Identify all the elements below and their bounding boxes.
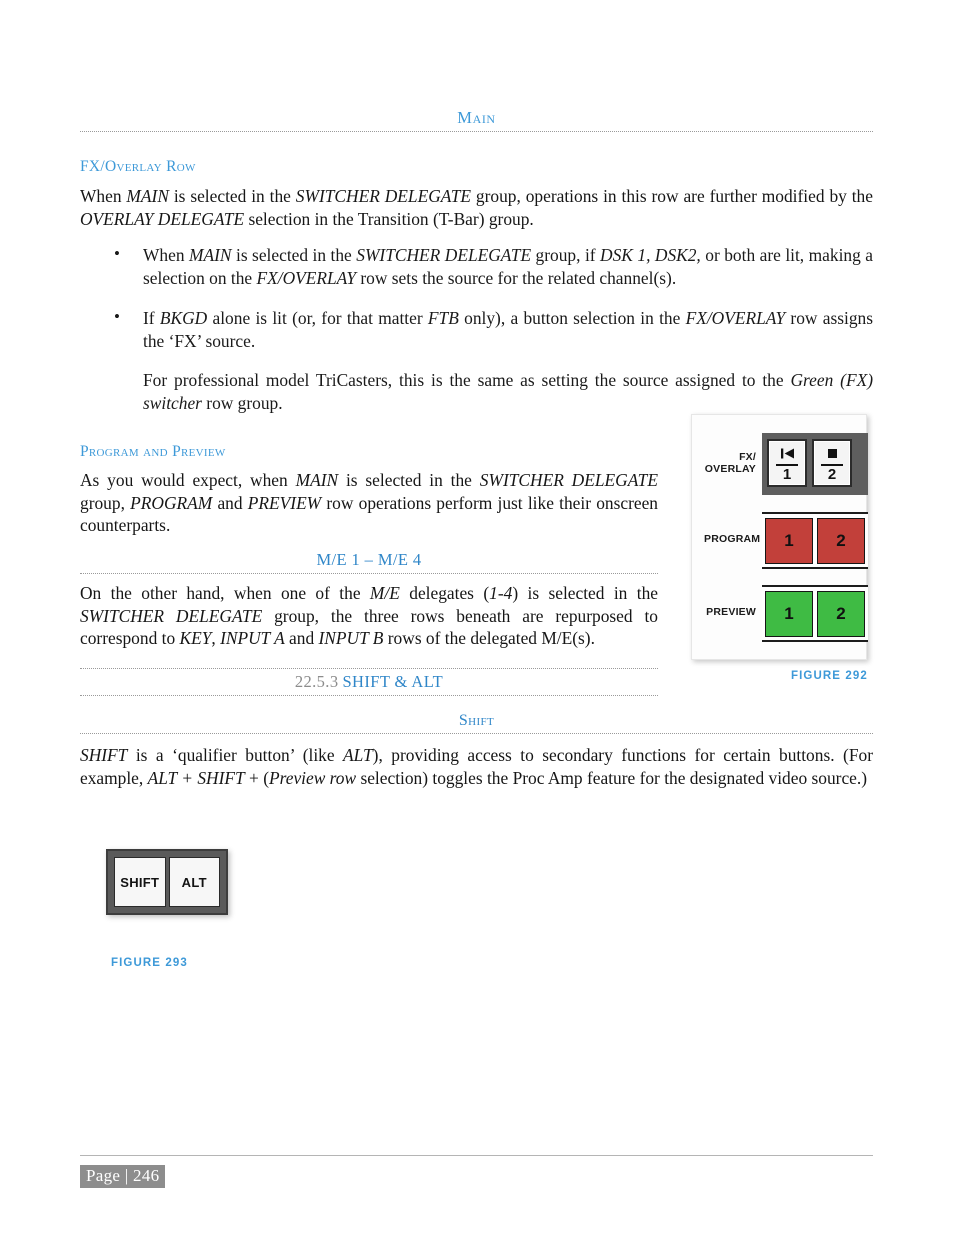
fx-overlay-button-1-number: 1 [782,465,792,483]
document-page: Main FX/Overlay Row When MAIN is selecte… [0,0,954,1235]
fx-overlay-button-2[interactable]: 2 [812,439,852,487]
bullet-marker-icon: • [114,244,120,263]
heading-rule [80,733,873,734]
running-header-rule [80,131,873,132]
fx-overlay-row-band: FX/ OVERLAY 1 2 [704,433,868,495]
preview-row-label: PREVIEW [706,606,756,618]
heading-me-1-me-4-block: M/E 1 – M/E 4 [80,550,658,574]
preview-button-1[interactable]: 1 [765,590,813,637]
preview-buttons: 1 2 [762,585,868,642]
list-item-subparagraph: For professional model TriCasters, this … [143,370,873,413]
heading-shift-and-alt-block: 22.5.3 SHIFT & ALT [80,668,658,696]
program-button-1[interactable]: 1 [765,517,813,564]
heading-program-and-preview: Program and Preview [80,443,226,460]
alt-key-button[interactable]: ALT [168,857,220,907]
section-number: 22.5.3 [294,672,339,691]
preview-button-2[interactable]: 2 [817,590,865,637]
heading-me-1-me-4: M/E 1 – M/E 4 [316,550,422,569]
footer-rule [80,1155,873,1156]
bullet-list-fx-overlay: • When MAIN is selected in the SWITCHER … [110,244,873,414]
paragraph-program-and-preview: As you would expect, when MAIN is select… [80,470,658,535]
figure-293-caption: FIGURE 293 [111,957,188,969]
heading-rule-bottom [80,695,658,696]
stop-square-icon [827,445,838,462]
shift-key-button[interactable]: SHIFT [114,857,166,907]
heading-fx-overlay-row: FX/Overlay Row [80,158,196,175]
list-item: • If BKGD alone is lit (or, for that mat… [110,307,873,414]
fx-overlay-row-label: FX/ OVERLAY [704,451,756,475]
heading-rule-top [80,668,658,669]
figure-292-inner: FX/ OVERLAY 1 2 PROGRAM 1 2 PREVIEW 1 2 [692,415,868,659]
preview-row-band: PREVIEW 1 2 [704,585,868,642]
figure-292-caption: FIGURE 292 [791,670,868,682]
heading-shift-block: Shift [80,712,873,734]
heading-shift: Shift [458,712,495,729]
running-header: Main [80,108,873,128]
heading-shift-and-alt: SHIFT & ALT [342,672,444,691]
program-buttons: 1 2 [762,512,868,569]
paragraph-fx-overlay-intro: When MAIN is selected in the SWITCHER DE… [80,186,873,229]
paragraph-me-1-me-4: On the other hand, when one of the M/E d… [80,583,658,648]
fx-overlay-button-2-number: 2 [827,465,837,483]
program-row-label: PROGRAM [704,533,761,545]
fx-overlay-buttons: 1 2 [767,439,852,487]
figure-293-panel: SHIFT ALT [106,849,228,915]
page-number: Page | 246 [80,1165,166,1188]
program-button-2[interactable]: 2 [817,517,865,564]
fx-overlay-button-1[interactable]: 1 [767,439,807,487]
program-row-band: PROGRAM 1 2 [704,512,868,569]
skip-back-icon [780,445,795,462]
bullet-marker-icon: • [114,307,120,326]
list-item-text: If BKGD alone is lit (or, for that matte… [143,308,873,351]
running-header-title: Main [457,108,496,127]
heading-rule [80,573,658,574]
figure-292-panel: FX/ OVERLAY 1 2 PROGRAM 1 2 PREVIEW 1 2 [691,414,868,660]
list-item-text: When MAIN is selected in the SWITCHER DE… [143,245,873,288]
paragraph-shift: SHIFT is a ‘qualifier button’ (like ALT)… [80,745,873,788]
list-item: • When MAIN is selected in the SWITCHER … [110,244,873,289]
